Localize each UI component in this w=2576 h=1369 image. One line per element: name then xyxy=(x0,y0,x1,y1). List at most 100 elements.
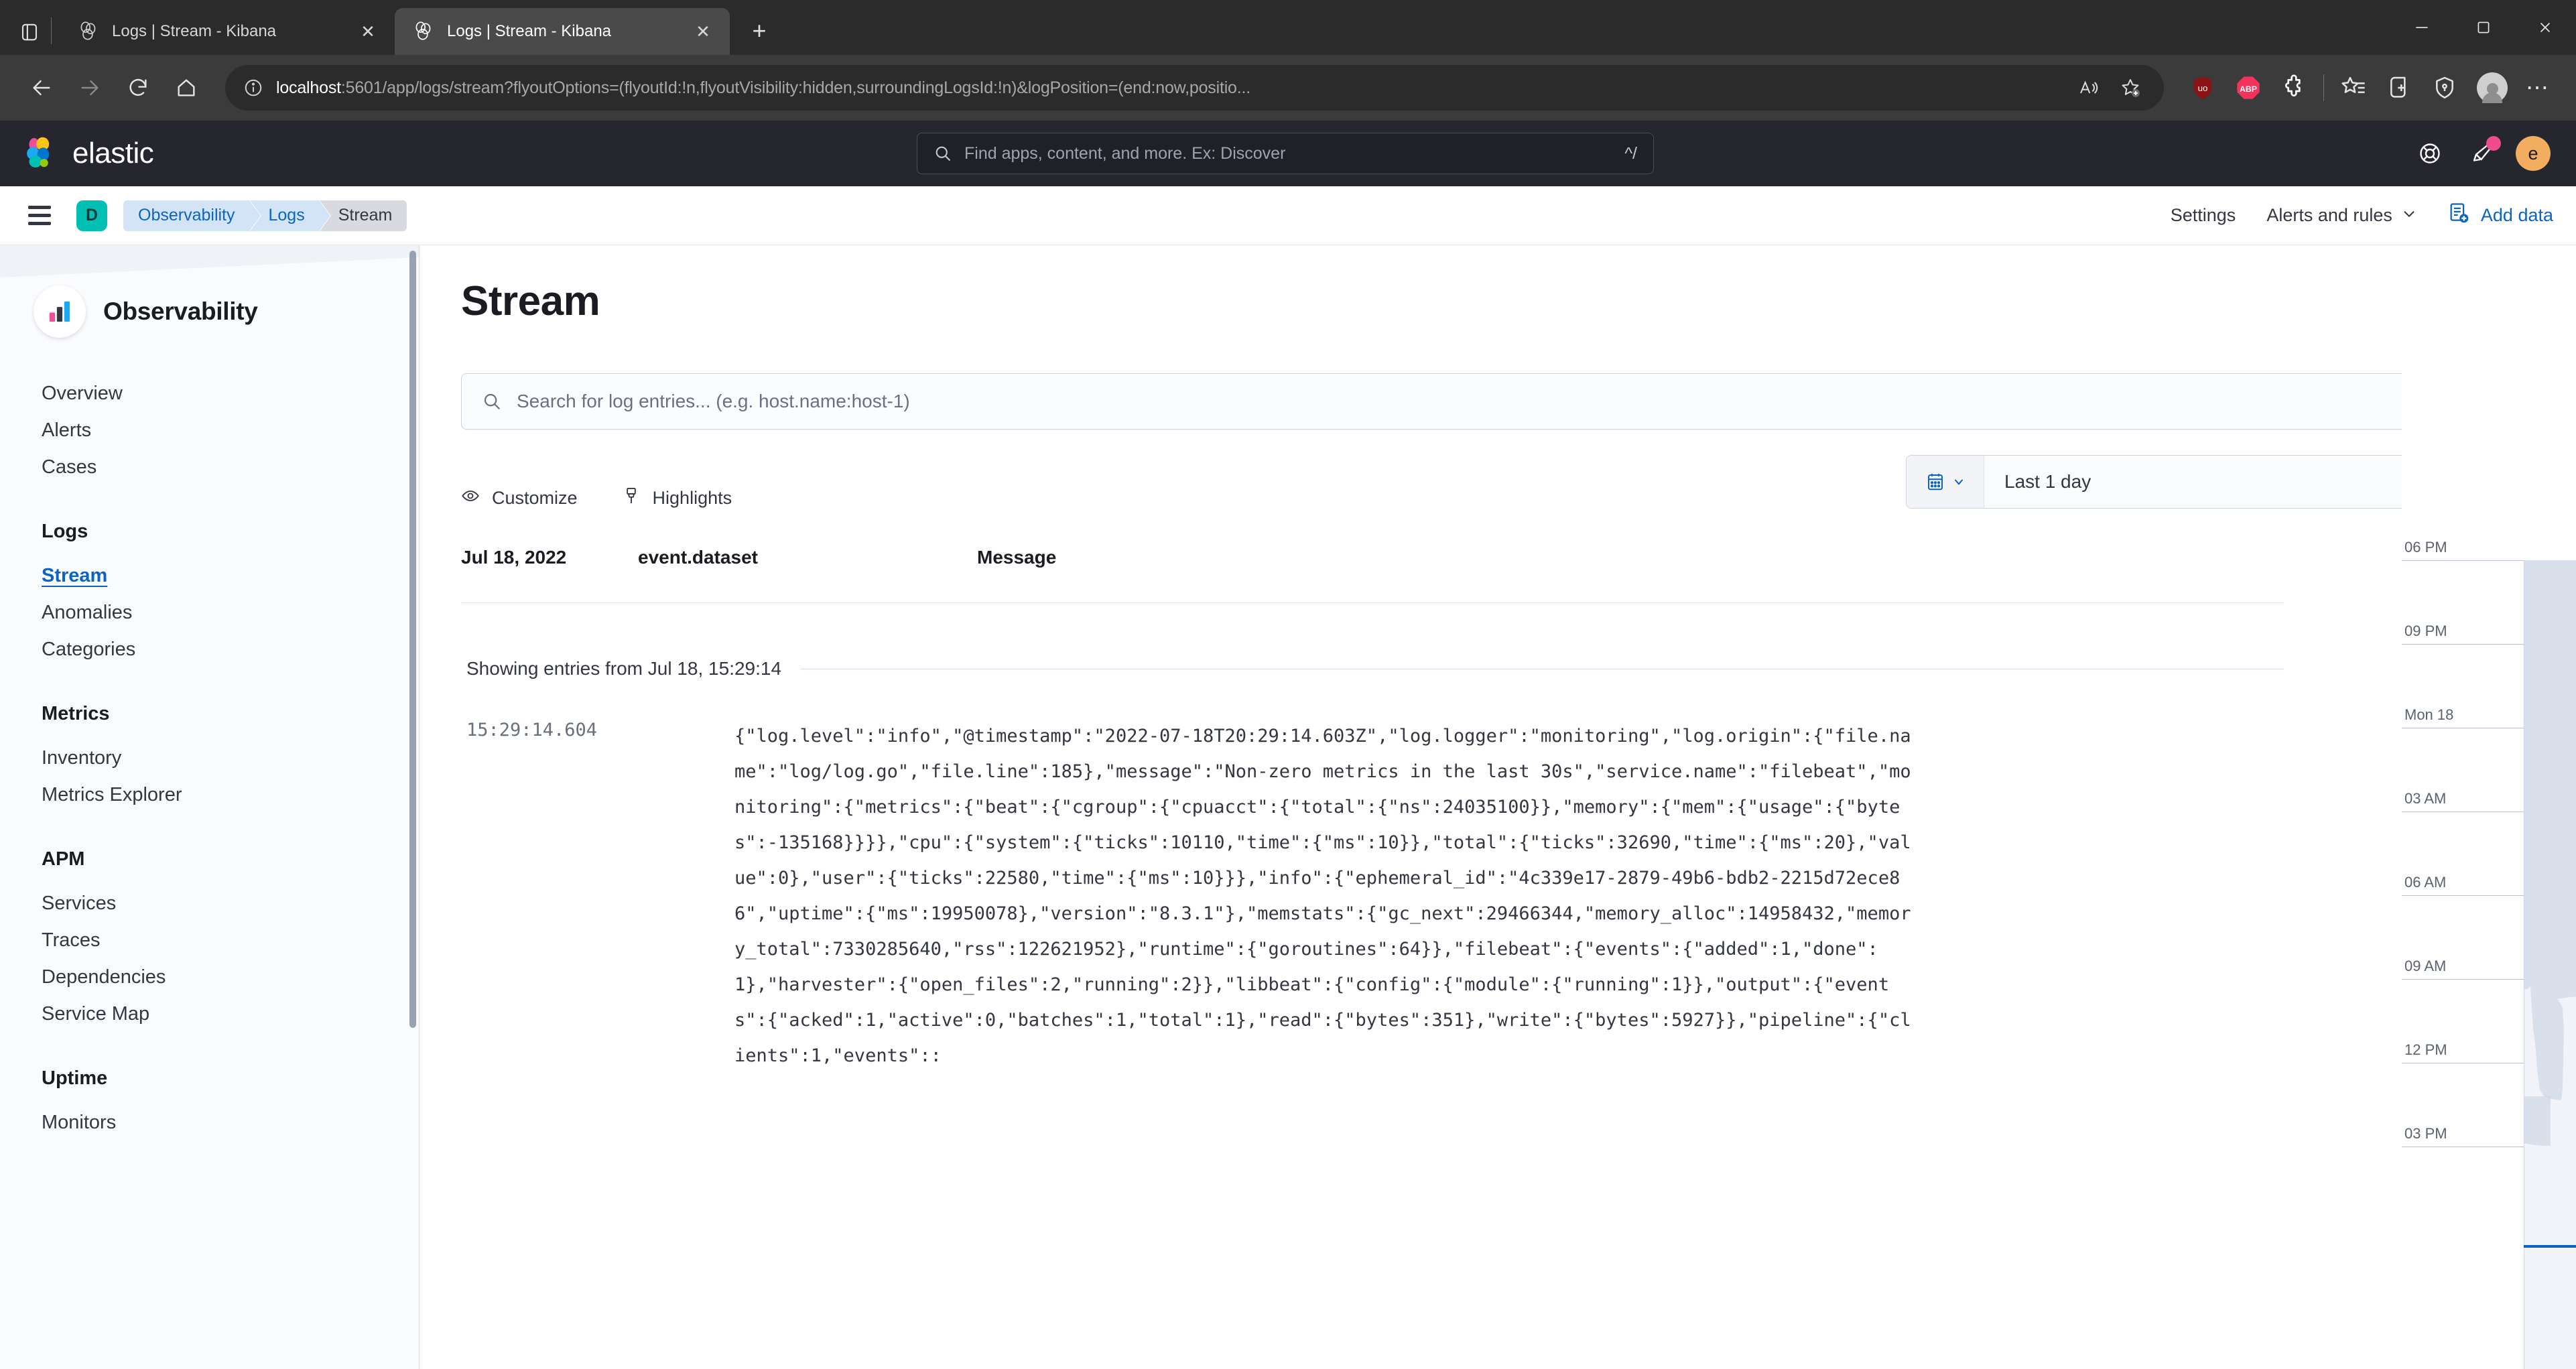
tab-close-icon[interactable]: ✕ xyxy=(355,18,381,45)
add-data-label: Add data xyxy=(2480,205,2553,225)
sidebar-group-metrics: Metrics xyxy=(42,703,110,724)
nav-menu-icon[interactable] xyxy=(24,198,60,234)
back-icon[interactable] xyxy=(17,64,66,112)
help-lifebuoy-icon[interactable] xyxy=(2411,135,2449,172)
sidebar-item-overview[interactable]: Overview xyxy=(42,375,419,412)
minimap-tick: 09 PM xyxy=(2402,623,2524,645)
window-minimize-button[interactable] xyxy=(2391,0,2453,55)
sidebar-item-traces[interactable]: Traces xyxy=(42,922,419,959)
browser-profile-avatar[interactable] xyxy=(2477,72,2508,103)
collections-favorites-icon[interactable] xyxy=(2331,65,2376,111)
stream-toolbar: Customize Highlights Last 1 day xyxy=(420,430,2576,530)
sidebar-item-inventory[interactable]: Inventory xyxy=(42,740,419,777)
home-icon[interactable] xyxy=(162,64,210,112)
browser-tab-1[interactable]: Logs | Stream - Kibana ✕ xyxy=(60,8,395,55)
sidebar-group-logs: Logs xyxy=(42,521,88,542)
breadcrumb-item-stream[interactable]: Stream xyxy=(319,200,407,231)
chevron-down-icon xyxy=(1954,479,1963,485)
add-data-icon xyxy=(2447,202,2470,229)
sidebar-item-alerts[interactable]: Alerts xyxy=(42,412,419,449)
sidebar-item-services[interactable]: Services xyxy=(42,885,419,922)
table-row[interactable]: 15:29:14.604 {"log.level":"info","@times… xyxy=(420,679,2576,1073)
settings-button[interactable]: Settings xyxy=(2171,205,2236,226)
sidebar-item-metrics-explorer[interactable]: Metrics Explorer xyxy=(42,777,419,813)
forward-icon[interactable] xyxy=(66,64,114,112)
sidebar-item-dependencies[interactable]: Dependencies xyxy=(42,959,419,996)
alerts-and-rules-button[interactable]: Alerts and rules xyxy=(2266,205,2417,226)
eye-icon xyxy=(461,486,480,510)
window-close-button[interactable] xyxy=(2514,0,2576,55)
customize-button[interactable]: Customize xyxy=(461,486,578,510)
search-icon xyxy=(482,391,502,411)
breadcrumb-label: Stream xyxy=(338,206,393,224)
kibana-breadcrumb-bar: D Observability Logs Stream Settings Ale… xyxy=(0,186,2576,245)
site-info-icon[interactable] xyxy=(240,74,267,101)
browser-window: Logs | Stream - Kibana ✕ Logs | Stream -… xyxy=(0,0,2576,1369)
global-search-shortcut: ^/ xyxy=(1624,143,1637,163)
log-minimap[interactable]: 06 PM 09 PM Mon 18 03 AM 06 AM 09 AM 12 … xyxy=(2402,245,2576,1369)
sidebar-item-stream[interactable]: Stream xyxy=(42,558,419,594)
sidebar-scrollbar[interactable] xyxy=(409,251,416,1028)
elastic-logo-icon xyxy=(23,135,59,172)
kibana-favicon xyxy=(77,20,100,43)
minimap-current-position-marker xyxy=(2524,1245,2576,1248)
minimap-tick: 06 PM xyxy=(2402,539,2524,561)
observability-icon xyxy=(34,285,86,338)
reload-icon[interactable] xyxy=(114,64,162,112)
global-search-input[interactable]: Find apps, content, and more. Ex: Discov… xyxy=(917,133,1654,174)
user-avatar[interactable]: e xyxy=(2516,136,2551,171)
svg-text:uo: uo xyxy=(2198,83,2208,93)
sidebar-item-cases[interactable]: Cases xyxy=(42,449,419,486)
minimap-tick: 09 AM xyxy=(2402,958,2524,980)
browser-essentials-shield-icon[interactable] xyxy=(2422,65,2467,111)
window-controls xyxy=(2391,0,2576,55)
read-aloud-icon[interactable] xyxy=(2070,69,2108,107)
date-quick-select-button[interactable] xyxy=(1907,456,1984,508)
add-data-button[interactable]: Add data xyxy=(2447,202,2553,229)
column-header-message: Message xyxy=(977,547,1057,568)
new-tab-button[interactable]: + xyxy=(740,12,778,50)
add-favorite-icon[interactable] xyxy=(2112,69,2149,107)
browser-tab-2[interactable]: Logs | Stream - Kibana ✕ xyxy=(395,8,730,55)
elastic-logo[interactable]: elastic xyxy=(23,135,154,172)
tab-sidebar-toggle-icon[interactable] xyxy=(12,15,47,50)
customize-label: Customize xyxy=(492,487,578,508)
sidebar-nav: Overview Alerts Cases Logs Stream Anomal… xyxy=(0,338,419,1141)
sidebar-item-categories[interactable]: Categories xyxy=(42,631,419,668)
browser-navbar: localhost:5601/app/logs/stream?flyoutOpt… xyxy=(0,55,2576,121)
sidebar-item-anomalies[interactable]: Anomalies xyxy=(42,594,419,631)
browser-more-menu-icon[interactable]: ⋯ xyxy=(2517,67,2559,109)
chevron-down-icon xyxy=(2402,205,2417,226)
kibana-favicon xyxy=(412,20,435,43)
sidebar-item-monitors[interactable]: Monitors xyxy=(42,1104,419,1141)
log-search-input[interactable]: Search for log entries... (e.g. host.nam… xyxy=(461,373,2524,430)
window-maximize-button[interactable] xyxy=(2453,0,2514,55)
breadcrumb-label: Logs xyxy=(268,206,305,224)
sidebar-item-service-map[interactable]: Service Map xyxy=(42,996,419,1033)
brush-icon xyxy=(622,486,641,510)
kibana-global-header: elastic Find apps, content, and more. Ex… xyxy=(0,121,2576,186)
elastic-wordmark: elastic xyxy=(72,137,154,170)
highlights-button[interactable]: Highlights xyxy=(622,486,732,510)
add-to-collection-icon[interactable] xyxy=(2376,65,2422,111)
minimap-tick: 03 AM xyxy=(2402,790,2524,812)
sidebar-group-apm: APM xyxy=(42,848,85,870)
ublock-origin-icon[interactable]: uo xyxy=(2180,65,2226,111)
tab-close-icon[interactable]: ✕ xyxy=(690,18,716,45)
log-message: {"log.level":"info","@timestamp":"2022-0… xyxy=(734,726,1911,1066)
sidebar-app-header: Observability xyxy=(0,245,419,338)
extensions-puzzle-icon[interactable] xyxy=(2271,65,2317,111)
global-search-placeholder: Find apps, content, and more. Ex: Discov… xyxy=(964,143,1286,163)
search-icon xyxy=(933,144,952,163)
alerts-and-rules-label: Alerts and rules xyxy=(2266,205,2392,225)
calendar-icon xyxy=(1927,474,1943,491)
column-header-date: Jul 18, 2022 xyxy=(461,547,567,568)
svg-text:ABP: ABP xyxy=(2240,84,2257,94)
news-announcement-icon[interactable] xyxy=(2463,135,2501,172)
tabstrip-divider xyxy=(51,17,52,44)
breadcrumb-item-observability[interactable]: Observability xyxy=(123,200,261,231)
address-bar[interactable]: localhost:5601/app/logs/stream?flyoutOpt… xyxy=(225,65,2164,111)
adblock-plus-icon[interactable]: ABP xyxy=(2226,65,2271,111)
space-avatar[interactable]: D xyxy=(76,200,107,231)
url-path: :5601/app/logs/stream?flyoutOptions=(fly… xyxy=(340,78,1250,97)
